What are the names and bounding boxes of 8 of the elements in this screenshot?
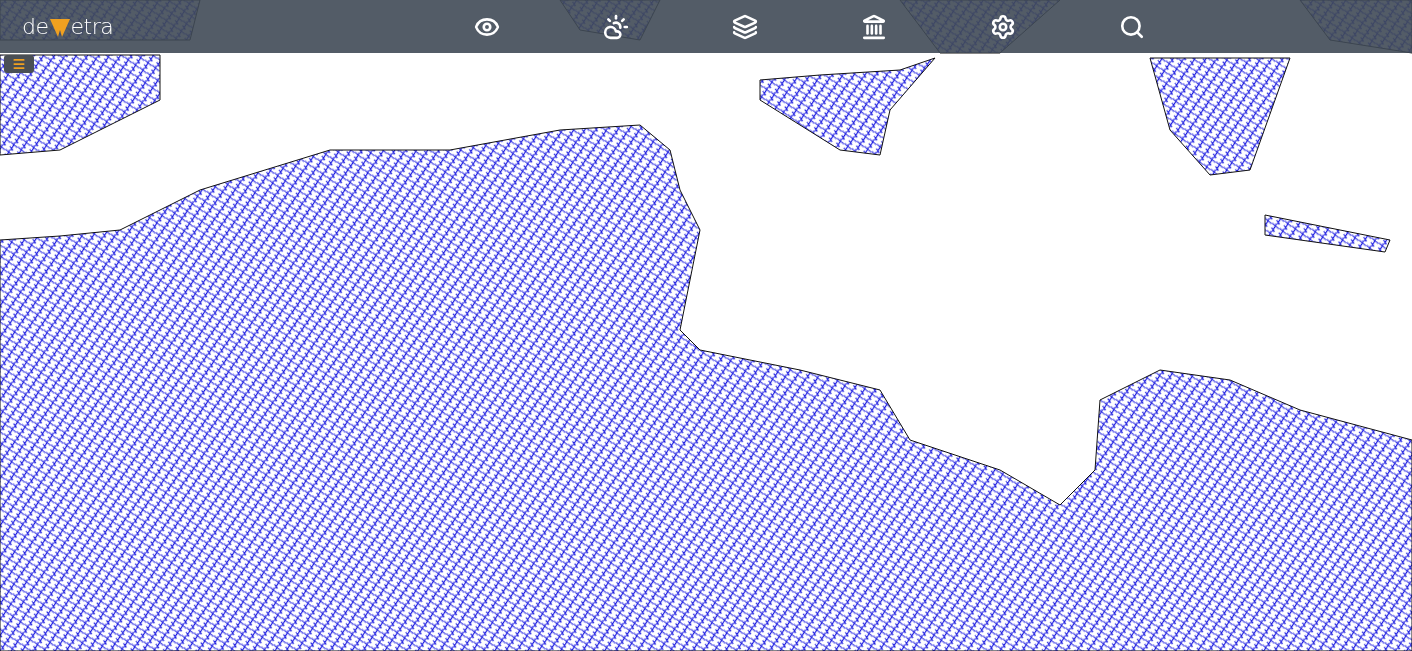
layers-icon	[732, 13, 758, 40]
logo-text: de	[22, 15, 49, 38]
logo-text: etra	[70, 15, 114, 38]
settings-icon	[990, 13, 1016, 40]
column-icon	[861, 13, 887, 40]
menu-button[interactable]	[4, 55, 34, 73]
cloud-sun-icon	[603, 13, 629, 40]
menu-icon	[12, 57, 26, 71]
